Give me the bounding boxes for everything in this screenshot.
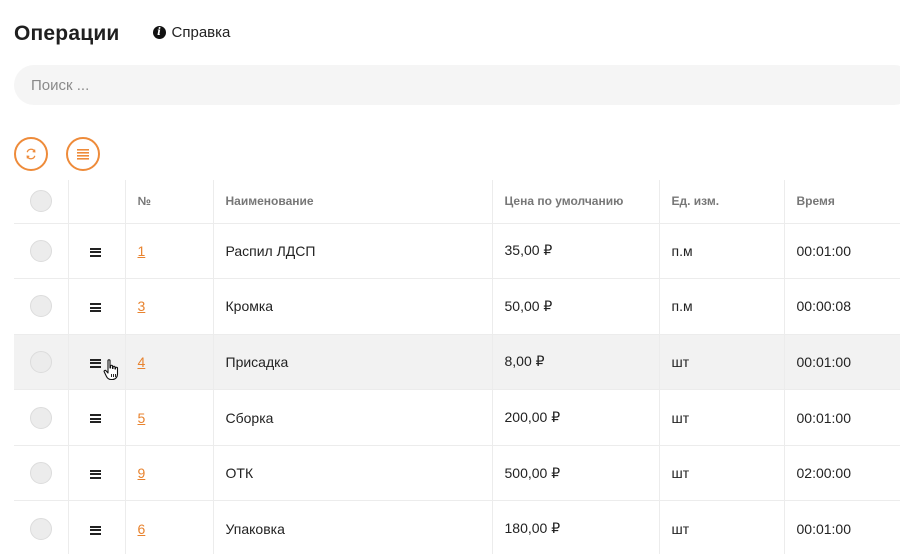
- row-checkbox[interactable]: [30, 295, 52, 318]
- page-header: Операции i Справка: [14, 22, 230, 46]
- row-number-link[interactable]: 4: [138, 354, 146, 370]
- row-select-cell: [14, 278, 68, 335]
- row-number-cell: 3: [124, 278, 213, 335]
- row-price: 500,00 ₽: [491, 445, 659, 502]
- row-name: ОТК: [212, 445, 492, 502]
- help-link[interactable]: i Справка: [152, 23, 231, 41]
- row-menu-icon[interactable]: [89, 303, 101, 313]
- info-icon: i: [152, 25, 166, 39]
- column-header-price[interactable]: Цена по умолчанию: [491, 180, 659, 224]
- row-menu-icon[interactable]: [89, 247, 101, 257]
- row-unit: шт: [658, 500, 784, 554]
- hand-cursor-icon: [103, 359, 119, 381]
- row-price: 50,00 ₽: [491, 278, 659, 335]
- header-menu-cell: [67, 180, 125, 224]
- row-menu-icon[interactable]: [89, 414, 101, 424]
- search-bar: [14, 65, 900, 105]
- row-checkbox[interactable]: [30, 406, 52, 429]
- row-menu-icon[interactable]: [89, 469, 101, 479]
- row-name: Распил ЛДСП: [212, 223, 492, 280]
- row-menu-cell: [67, 445, 125, 502]
- row-checkbox[interactable]: [30, 239, 52, 262]
- row-price: 180,00 ₽: [491, 500, 659, 554]
- row-time: 00:01:00: [783, 223, 900, 280]
- help-label: Справка: [171, 23, 231, 41]
- row-price: 8,00 ₽: [491, 334, 659, 391]
- row-menu-icon[interactable]: [89, 358, 101, 368]
- row-select-cell: [14, 445, 68, 502]
- row-time: 02:00:00: [783, 445, 900, 502]
- row-number-cell: 5: [124, 389, 213, 446]
- table-row: 9 ОТК 500,00 ₽ шт 02:00:00: [14, 445, 900, 502]
- table-row: 1 Распил ЛДСП 35,00 ₽ п.м 00:01:00: [14, 223, 900, 280]
- row-number-cell: 4: [124, 334, 213, 391]
- row-select-cell: [14, 334, 68, 391]
- column-header-name[interactable]: Наименование: [212, 180, 492, 224]
- column-header-unit[interactable]: Ед. изм.: [658, 180, 784, 224]
- select-all-checkbox[interactable]: [30, 190, 52, 213]
- row-unit: шт: [658, 334, 784, 391]
- table-row: 5 Сборка 200,00 ₽ шт 00:01:00: [14, 389, 900, 446]
- row-checkbox[interactable]: [30, 350, 52, 373]
- column-header-time[interactable]: Время: [783, 180, 900, 224]
- row-number-link[interactable]: 5: [138, 410, 146, 426]
- column-header-number[interactable]: №: [124, 180, 213, 224]
- row-select-cell: [14, 500, 68, 554]
- row-name: Присадка: [212, 334, 492, 391]
- refresh-icon: [26, 148, 36, 160]
- row-number-link[interactable]: 1: [138, 243, 146, 259]
- row-number-link[interactable]: 9: [138, 465, 146, 481]
- row-number-cell: 1: [124, 223, 213, 280]
- row-select-cell: [14, 223, 68, 280]
- row-time: 00:00:08: [783, 278, 900, 335]
- row-select-cell: [14, 389, 68, 446]
- row-time: 00:01:00: [783, 334, 900, 391]
- row-number-link[interactable]: 6: [138, 521, 146, 537]
- row-name: Упаковка: [212, 500, 492, 554]
- table-row: 3 Кромка 50,00 ₽ п.м 00:00:08: [14, 278, 900, 335]
- page-title: Операции: [14, 22, 120, 45]
- table-row: 4 Присадка 8,00 ₽ шт 00:01:00: [14, 334, 900, 391]
- row-name: Сборка: [212, 389, 492, 446]
- list-menu-button[interactable]: [66, 137, 100, 171]
- row-unit: п.м: [658, 223, 784, 280]
- row-unit: п.м: [658, 278, 784, 335]
- row-name: Кромка: [212, 278, 492, 335]
- row-price: 35,00 ₽: [491, 223, 659, 280]
- row-menu-cell: [67, 223, 125, 280]
- row-number-link[interactable]: 3: [138, 298, 146, 314]
- row-number-cell: 9: [124, 445, 213, 502]
- row-unit: шт: [658, 445, 784, 502]
- operations-table: № Наименование Цена по умолчанию Ед. изм…: [14, 180, 900, 554]
- row-menu-cell: [67, 278, 125, 335]
- row-price: 200,00 ₽: [491, 389, 659, 446]
- table-row: 6 Упаковка 180,00 ₽ шт 00:01:00: [14, 500, 900, 554]
- row-time: 00:01:00: [783, 389, 900, 446]
- table-header-row: № Наименование Цена по умолчанию Ед. изм…: [14, 180, 900, 224]
- row-menu-cell: [67, 389, 125, 446]
- row-unit: шт: [658, 389, 784, 446]
- refresh-button[interactable]: [14, 137, 48, 171]
- row-time: 00:01:00: [783, 500, 900, 554]
- row-menu-cell: [67, 500, 125, 554]
- row-number-cell: 6: [124, 500, 213, 554]
- row-checkbox[interactable]: [30, 462, 52, 485]
- row-checkbox[interactable]: [30, 517, 52, 540]
- list-menu-icon: [77, 149, 89, 160]
- select-all-cell: [14, 180, 68, 224]
- row-menu-icon[interactable]: [89, 525, 101, 535]
- search-input[interactable]: [31, 76, 900, 94]
